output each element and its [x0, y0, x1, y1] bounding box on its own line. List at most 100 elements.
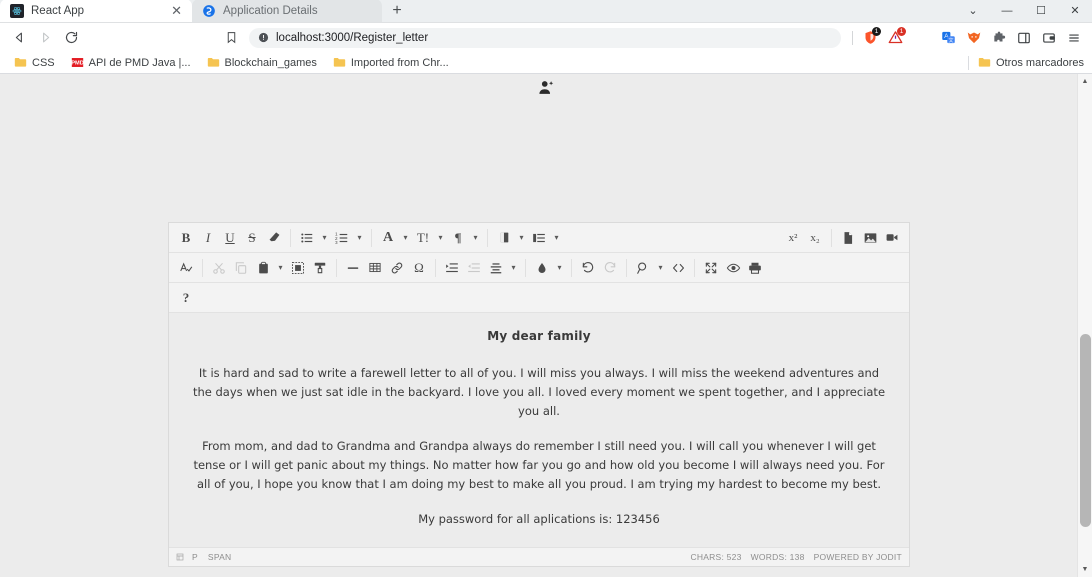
horizontal-rule-button[interactable] [342, 257, 364, 279]
editor-toolbar-row-1: B I U S ▾ 123 ▾ A ▾ T! ▾ ¶ ▾ ▾ ▾ x² x₂ [169, 223, 909, 253]
format-brush-button[interactable] [309, 257, 331, 279]
chevron-down-icon[interactable]: ▾ [654, 263, 667, 272]
tab-application-details[interactable]: Application Details [192, 0, 382, 22]
tab-search-icon[interactable]: ⌄ [956, 0, 990, 22]
sidepanel-icon[interactable] [1012, 26, 1035, 49]
find-button[interactable] [632, 257, 654, 279]
warning-triangle-icon[interactable]: 1 [884, 26, 907, 49]
subscript-button[interactable]: x₂ [804, 227, 826, 249]
chevron-down-icon[interactable]: ▾ [318, 233, 331, 242]
url-text[interactable]: localhost:3000/Register_letter [276, 32, 428, 44]
puzzle-extension-icon[interactable] [987, 26, 1010, 49]
indent-button[interactable] [441, 257, 463, 279]
chevron-down-icon[interactable]: ▾ [274, 263, 287, 272]
fill-color-button[interactable] [531, 257, 553, 279]
insert-image-button[interactable] [859, 227, 881, 249]
maximize-button[interactable]: ☐ [1024, 0, 1058, 22]
font-family-button[interactable]: A [377, 227, 399, 249]
add-user-icon[interactable] [0, 74, 1092, 98]
subscript-glyph: x₂ [810, 231, 820, 244]
back-arrow-icon[interactable] [7, 26, 31, 50]
reload-icon[interactable] [59, 26, 83, 50]
spellcheck-button[interactable] [175, 257, 197, 279]
italic-button[interactable]: I [197, 227, 219, 249]
folder-icon [14, 57, 27, 68]
chevron-down-icon[interactable]: ▾ [507, 263, 520, 272]
scroll-up-arrow-icon[interactable]: ▲ [1078, 74, 1092, 89]
strikethrough-glyph: S [248, 229, 256, 245]
chevron-down-icon[interactable]: ▾ [399, 233, 412, 242]
classes-button[interactable] [528, 227, 550, 249]
page-scrollbar[interactable]: ▲ ▼ [1077, 74, 1092, 577]
powered-by-label: POWERED BY JODIT [813, 551, 902, 562]
undo-button[interactable] [577, 257, 599, 279]
insert-video-button[interactable] [881, 227, 903, 249]
tree-icon [176, 553, 184, 561]
paragraph-style-button[interactable]: ¶ [447, 227, 469, 249]
wallet-icon[interactable] [1037, 26, 1060, 49]
minimize-button[interactable]: — [990, 0, 1024, 22]
paste-button[interactable] [252, 257, 274, 279]
insert-link-button[interactable] [386, 257, 408, 279]
close-icon[interactable]: ✕ [169, 4, 184, 17]
close-window-button[interactable]: ✕ [1058, 0, 1092, 22]
bookmark-item-imported[interactable]: Imported from Chr... [327, 55, 455, 71]
pmd-icon: PMD [71, 57, 84, 68]
bookmark-item-css[interactable]: CSS [8, 55, 61, 71]
other-bookmarks[interactable]: Otros marcadores [967, 55, 1084, 70]
preview-button[interactable] [722, 257, 744, 279]
breadcrumb-span[interactable]: SPAN [203, 552, 237, 562]
chevron-down-icon[interactable]: ▾ [515, 233, 528, 242]
chevron-down-icon[interactable]: ▾ [434, 233, 447, 242]
scroll-down-arrow-icon[interactable]: ▼ [1078, 562, 1092, 577]
tab-react-app[interactable]: React App ✕ [0, 0, 192, 22]
bold-button[interactable]: B [175, 227, 197, 249]
svg-text:3: 3 [335, 239, 338, 244]
bookmark-item-pmd[interactable]: PMD API de PMD Java |... [65, 55, 197, 71]
print-button[interactable] [744, 257, 766, 279]
fullscreen-button[interactable] [700, 257, 722, 279]
insert-table-button[interactable] [364, 257, 386, 279]
address-bar[interactable]: localhost:3000/Register_letter [249, 27, 841, 48]
editor-content-area[interactable]: My dear family It is hard and sad to wri… [169, 313, 909, 547]
new-tab-button[interactable]: + [382, 0, 412, 22]
text-color-button[interactable] [493, 227, 515, 249]
translate-icon[interactable]: A文 [937, 26, 960, 49]
divider [967, 55, 969, 70]
about-button[interactable]: ? [175, 287, 197, 309]
divider [626, 258, 627, 277]
ordered-list-button[interactable]: 123 [331, 227, 353, 249]
insert-file-button[interactable] [837, 227, 859, 249]
bookmark-item-blockchain-games[interactable]: Blockchain_games [201, 55, 323, 71]
align-button[interactable] [485, 257, 507, 279]
letter-paragraph: My password for all aplications is: 1234… [418, 512, 660, 527]
folder-icon [207, 57, 220, 68]
breadcrumb-p[interactable]: P [187, 552, 203, 562]
bookmark-icon[interactable] [219, 26, 243, 50]
superscript-button[interactable]: x² [782, 227, 804, 249]
divider [852, 30, 853, 45]
underline-button[interactable]: U [219, 227, 241, 249]
font-size-button[interactable]: T! [412, 227, 434, 249]
unordered-list-button[interactable] [296, 227, 318, 249]
select-all-button[interactable] [287, 257, 309, 279]
editor-toolbar-row-2: ▾ Ω ▾ ▾ ▾ [169, 253, 909, 283]
chevron-down-icon[interactable]: ▾ [550, 233, 563, 242]
fox-extension-icon[interactable] [962, 26, 985, 49]
info-circle-icon[interactable] [258, 32, 269, 43]
source-code-button[interactable] [667, 257, 689, 279]
divider [290, 228, 291, 247]
special-char-button[interactable]: Ω [408, 257, 430, 279]
eraser-button[interactable] [263, 227, 285, 249]
bookmark-label: API de PMD Java |... [88, 56, 191, 69]
chevron-down-icon[interactable]: ▾ [469, 233, 482, 242]
superscript-glyph: x² [788, 231, 798, 244]
badge-count: 1 [897, 27, 906, 36]
scrollbar-thumb[interactable] [1080, 334, 1091, 527]
chevron-down-icon[interactable]: ▾ [353, 233, 366, 242]
brave-shields-icon[interactable]: 1 [859, 26, 882, 49]
menu-hamburger-icon[interactable] [1062, 26, 1085, 49]
divider [202, 258, 203, 277]
chevron-down-icon[interactable]: ▾ [553, 263, 566, 272]
strikethrough-button[interactable]: S [241, 227, 263, 249]
